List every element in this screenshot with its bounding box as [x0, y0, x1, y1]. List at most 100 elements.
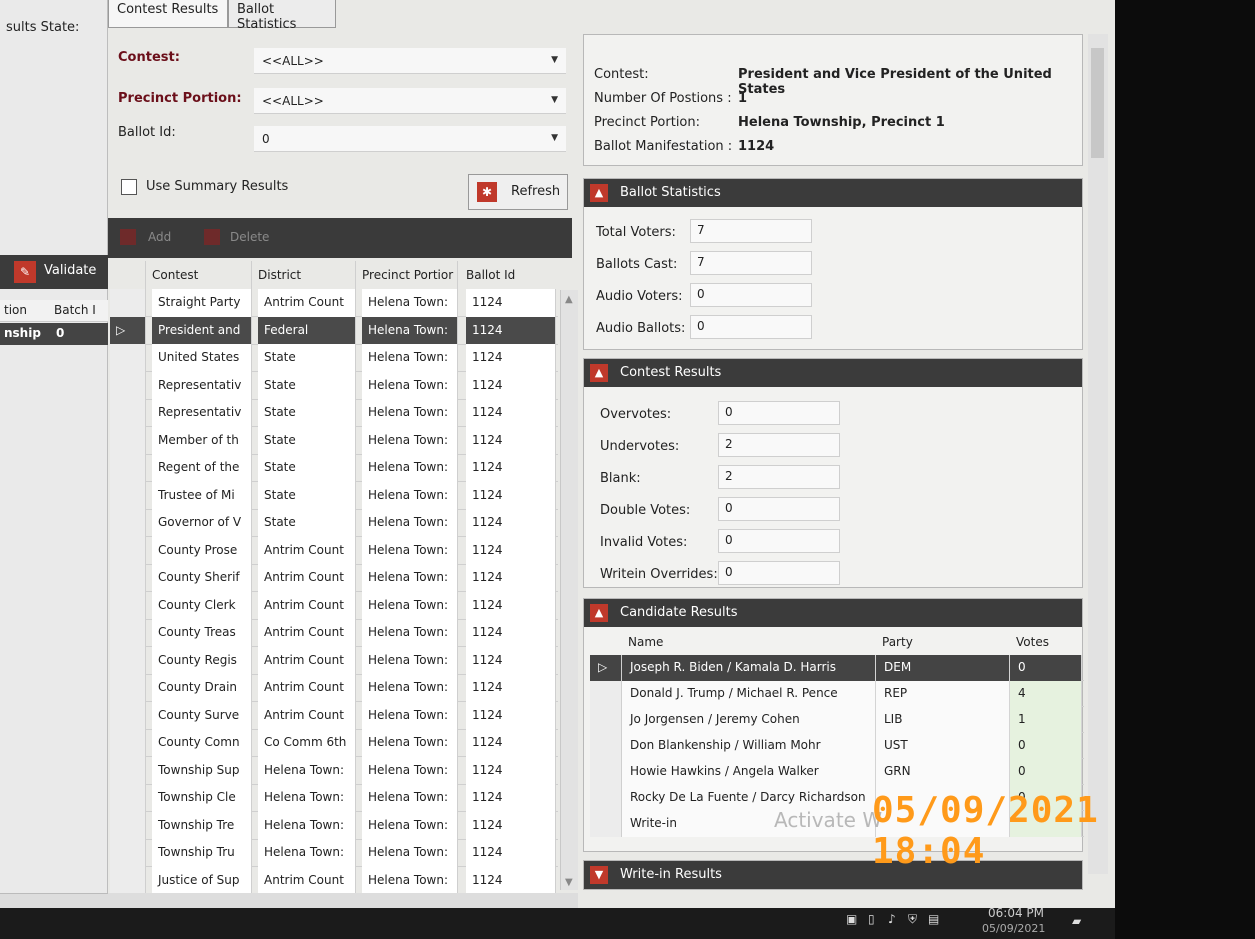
table-row[interactable]: Member of th State Helena Town: 1124	[110, 426, 558, 455]
vm-icon[interactable]: ▣	[846, 912, 857, 926]
table-row[interactable]: Representativ State Helena Town: 1124	[110, 399, 558, 427]
grid-cell-contest[interactable]: County Clerk	[152, 591, 252, 620]
row-header[interactable]	[110, 536, 146, 565]
tab-contest-results[interactable]: Contest Results	[108, 0, 228, 28]
grid-cell-precinct[interactable]: Helena Town:	[362, 619, 458, 647]
grid-cell-ballot-id[interactable]: 1124	[466, 811, 556, 840]
cand-cell-votes[interactable]: 1	[1010, 707, 1082, 733]
cand-cell-party[interactable]: DEM	[876, 655, 1010, 681]
table-row[interactable]: County Clerk Antrim Count Helena Town: 1124	[110, 591, 558, 620]
grid-cell-ballot-id[interactable]: 1124	[466, 536, 556, 565]
cand-cell-votes[interactable]: 0	[1010, 733, 1082, 759]
grid-cell-contest[interactable]: Representativ	[152, 399, 252, 427]
row-header[interactable]	[110, 674, 146, 702]
grid-cell-district[interactable]: State	[258, 371, 356, 400]
ballot-id-select[interactable]: 0 ▼	[254, 126, 566, 152]
grid-col-precinct[interactable]: Precinct Portior	[362, 261, 458, 289]
row-header[interactable]	[110, 481, 146, 510]
grid-cell-district[interactable]: Federal	[258, 316, 356, 345]
row-header[interactable]	[110, 811, 146, 840]
cand-cell-party[interactable]: LIB	[876, 707, 1010, 733]
grid-col-district[interactable]: District	[258, 261, 356, 289]
grid-cell-precinct[interactable]: Helena Town:	[362, 646, 458, 675]
use-summary-checkbox[interactable]	[121, 179, 137, 195]
table-row[interactable]: County Drain Antrim Count Helena Town: 1124	[110, 674, 558, 702]
taskbar-time[interactable]: 06:04 PM	[988, 906, 1044, 920]
cand-cell-votes[interactable]: 0	[1010, 655, 1082, 681]
grid-cell-ballot-id[interactable]: 1124	[466, 399, 556, 427]
grid-cell-contest[interactable]: County Comn	[152, 729, 252, 757]
row-header[interactable]	[110, 784, 146, 812]
left-selected-row[interactable]: nship 0	[0, 323, 108, 345]
table-row[interactable]: Trustee of Mi State Helena Town: 1124	[110, 481, 558, 510]
table-row[interactable]: Regent of the State Helena Town: 1124	[110, 454, 558, 482]
cand-col-party[interactable]: Party	[876, 627, 1006, 655]
row-header[interactable]	[110, 509, 146, 537]
grid-cell-ballot-id[interactable]: 1124	[466, 701, 556, 730]
row-header[interactable]: ▷	[590, 655, 622, 681]
grid-cell-precinct[interactable]: Helena Town:	[362, 371, 458, 400]
grid-cell-contest[interactable]: Straight Party	[152, 289, 252, 317]
grid-cell-contest[interactable]: Representativ	[152, 371, 252, 400]
row-header[interactable]	[590, 707, 622, 733]
grid-cell-precinct[interactable]: Helena Town:	[362, 811, 458, 840]
grid-cell-district[interactable]: Helena Town:	[258, 756, 356, 785]
total-voters-field[interactable]: 7	[690, 219, 812, 243]
grid-cell-ballot-id[interactable]: 1124	[466, 866, 556, 895]
expand-down-icon[interactable]: ▼	[590, 866, 608, 884]
candidate-row[interactable]: ▷ Joseph R. Biden / Kamala D. Harris DEM 0	[590, 655, 1084, 681]
grid-cell-ballot-id[interactable]: 1124	[466, 344, 556, 372]
audio-voters-field[interactable]: 0	[690, 283, 812, 307]
volume-icon[interactable]: ♪	[888, 912, 896, 926]
grid-cell-precinct[interactable]: Helena Town:	[362, 344, 458, 372]
table-row[interactable]: Township Sup Helena Town: Helena Town: 1124	[110, 756, 558, 785]
grid-cell-district[interactable]: Antrim Count	[258, 564, 356, 592]
grid-cell-ballot-id[interactable]: 1124	[466, 509, 556, 537]
audio-ballots-field[interactable]: 0	[690, 315, 812, 339]
validate-button[interactable]: ✎ Validate	[0, 255, 108, 289]
table-row[interactable]: Justice of Sup Antrim Count Helena Town: 11…	[110, 866, 558, 895]
row-header[interactable]	[110, 701, 146, 730]
cand-cell-party[interactable]: GRN	[876, 759, 1010, 785]
grid-cell-district[interactable]: Antrim Count	[258, 674, 356, 702]
grid-cell-precinct[interactable]: Helena Town:	[362, 674, 458, 702]
grid-cell-district[interactable]: Helena Town:	[258, 811, 356, 840]
tab-ballot-statistics[interactable]: Ballot Statistics	[228, 0, 336, 32]
grid-cell-precinct[interactable]: Helena Town:	[362, 289, 458, 317]
table-row[interactable]: Straight Party Antrim Count Helena Town: 11…	[110, 289, 558, 317]
left-col-header[interactable]: Batch I	[54, 303, 96, 317]
grid-cell-contest[interactable]: County Drain	[152, 674, 252, 702]
grid-cell-contest[interactable]: County Sherif	[152, 564, 252, 592]
grid-cell-contest[interactable]: County Regis	[152, 646, 252, 675]
grid-cell-precinct[interactable]: Helena Town:	[362, 481, 458, 510]
grid-cell-ballot-id[interactable]: 1124	[466, 316, 556, 345]
precinct-select[interactable]: <<ALL>> ▼	[254, 88, 566, 114]
add-button[interactable]: Add	[148, 230, 171, 244]
grid-cell-precinct[interactable]: Helena Town:	[362, 536, 458, 565]
cand-cell-name[interactable]: Jo Jorgensen / Jeremy Cohen	[622, 707, 876, 733]
grid-cell-contest[interactable]: Regent of the	[152, 454, 252, 482]
row-header[interactable]	[110, 756, 146, 785]
grid-cell-ballot-id[interactable]: 1124	[466, 839, 556, 867]
table-row[interactable]: Township Tru Helena Town: Helena Town: 1124	[110, 839, 558, 867]
row-header[interactable]	[590, 811, 622, 837]
cand-cell-name[interactable]: Don Blankenship / William Mohr	[622, 733, 876, 759]
collapse-up-icon[interactable]: ▲	[590, 604, 608, 622]
grid-cell-ballot-id[interactable]: 1124	[466, 564, 556, 592]
row-header[interactable]	[110, 426, 146, 455]
grid-cell-contest[interactable]: President and	[152, 316, 252, 345]
row-header[interactable]	[590, 681, 622, 707]
grid-cell-ballot-id[interactable]: 1124	[466, 729, 556, 757]
taskbar-date[interactable]: 05/09/2021	[982, 922, 1045, 935]
grid-cell-district[interactable]: Antrim Count	[258, 289, 356, 317]
notification-icon[interactable]: ▰	[1072, 914, 1081, 928]
grid-cell-ballot-id[interactable]: 1124	[466, 619, 556, 647]
grid-cell-contest[interactable]: County Surve	[152, 701, 252, 730]
grid-cell-precinct[interactable]: Helena Town:	[362, 756, 458, 785]
row-header[interactable]	[110, 399, 146, 427]
grid-cell-precinct[interactable]: Helena Town:	[362, 784, 458, 812]
grid-cell-contest[interactable]: United States	[152, 344, 252, 372]
grid-cell-contest[interactable]: Township Tru	[152, 839, 252, 867]
grid-cell-district[interactable]: Antrim Count	[258, 619, 356, 647]
table-row[interactable]: ▷ President and Federal Helena Town: 1124	[110, 316, 558, 345]
